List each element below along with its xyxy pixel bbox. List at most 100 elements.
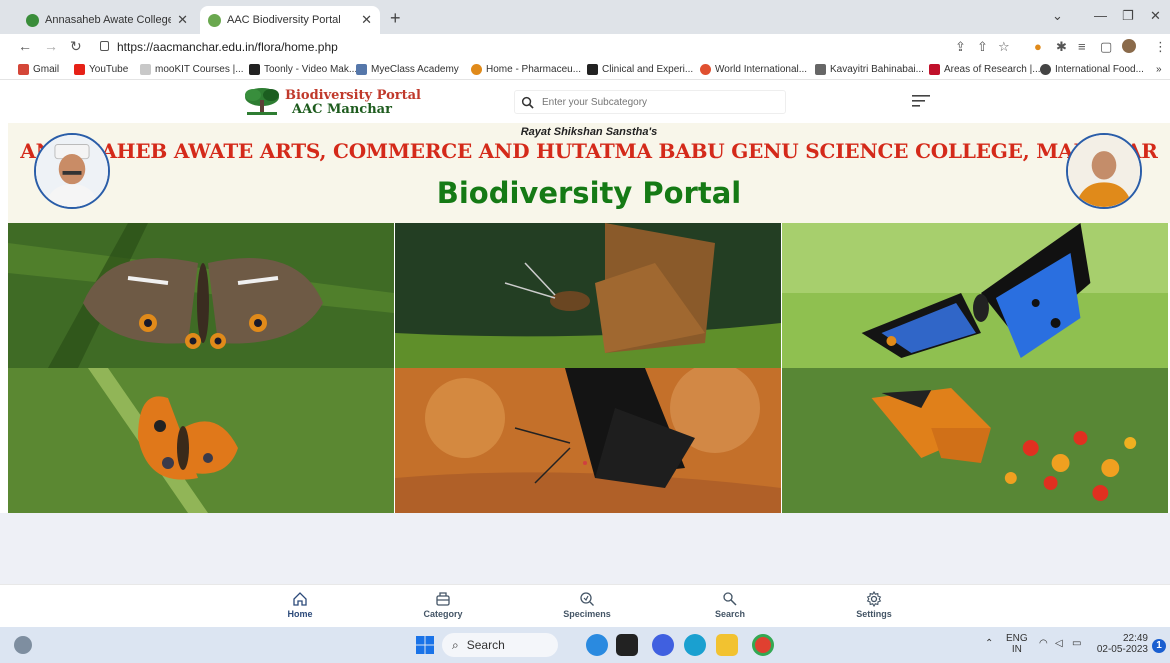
myeclass-icon — [356, 64, 367, 75]
battery-icon[interactable]: ▭ — [1072, 638, 1081, 649]
profile-avatar[interactable] — [1122, 39, 1136, 53]
bookmark-item[interactable]: Kavayitri Bahinabai... — [815, 64, 924, 75]
home-icon — [293, 592, 307, 606]
bookmark-item[interactable]: Toonly - Video Mak... — [249, 64, 357, 75]
bookmark-label: International Food... — [1055, 64, 1144, 75]
weather-icon[interactable] — [14, 636, 32, 654]
back-icon[interactable]: ← — [18, 38, 32, 54]
chat-icon[interactable] — [652, 634, 674, 656]
bookmark-item[interactable]: mooKIT Courses |... — [140, 64, 244, 75]
gear-icon — [866, 591, 882, 607]
wifi-icon[interactable]: ◠ — [1039, 638, 1048, 649]
tree-favicon-icon — [208, 13, 221, 27]
search-input[interactable] — [542, 96, 772, 108]
nav-home[interactable]: Home — [260, 591, 340, 619]
clock-date: 02-05-2023 — [1096, 644, 1148, 655]
bookmark-item[interactable]: YouTube — [74, 64, 128, 75]
gallery-image[interactable] — [782, 368, 1168, 513]
bookmark-item[interactable]: Clinical and Experi... — [587, 64, 693, 75]
more-icon[interactable]: ⋮ — [1154, 39, 1167, 55]
forward-icon[interactable]: → — [44, 38, 58, 54]
region-code: IN — [1011, 644, 1022, 655]
clock-time: 22:49 — [1122, 633, 1148, 644]
college-banner: Rayat Shikshan Sanstha's ANNASAHEB AWATE… — [8, 123, 1170, 223]
nav-specimens[interactable]: Specimens — [547, 591, 627, 619]
extension-icon[interactable]: ● — [1034, 39, 1042, 54]
star-icon[interactable]: ☆ — [998, 39, 1010, 55]
kavayitri-icon — [815, 64, 826, 75]
chevron-up-icon[interactable]: ⌃ — [985, 638, 993, 649]
language-code: ENG — [1006, 633, 1028, 644]
new-tab-icon[interactable]: + — [390, 8, 401, 29]
playlist-icon[interactable]: ≡ — [1078, 39, 1086, 54]
logo-subtitle[interactable]: AAC Manchar — [292, 102, 392, 117]
search-icon — [521, 96, 534, 109]
bookmark-item[interactable]: Home - Pharmaceu... — [471, 64, 581, 75]
wiley-icon — [587, 64, 598, 75]
research-icon — [929, 64, 940, 75]
gallery-image[interactable] — [395, 368, 781, 513]
sidepanel-icon[interactable]: ▢ — [1100, 39, 1112, 55]
bookmark-label: Areas of Research |... — [944, 64, 1041, 75]
close-icon[interactable]: ✕ — [361, 12, 372, 28]
bookmark-item[interactable]: Areas of Research |... — [929, 64, 1041, 75]
chevron-down-icon[interactable]: ⌄ — [1052, 8, 1063, 24]
tab-title: AAC Biodiversity Portal — [227, 14, 341, 26]
reload-icon[interactable]: ↻ — [70, 38, 82, 55]
bookmark-label: Kavayitri Bahinabai... — [830, 64, 924, 75]
nav-label: Search — [714, 609, 746, 619]
windows-start-icon[interactable] — [414, 634, 436, 656]
web-page: Biodiversity Portal AAC Manchar Rayat Sh… — [0, 81, 1170, 627]
founder-portrait-left — [34, 133, 110, 209]
language-indicator[interactable]: ENG IN — [1006, 633, 1028, 655]
gallery-image[interactable] — [782, 223, 1168, 368]
bookmark-label: Gmail — [33, 64, 60, 75]
chevron-right-icon[interactable]: » — [1156, 64, 1162, 75]
gallery-image[interactable] — [8, 368, 394, 513]
college-name: ANNASAHEB AWATE ARTS, COMMERCE AND HUTAT… — [20, 139, 1158, 163]
bing-icon[interactable] — [586, 634, 608, 656]
puzzle-icon[interactable]: ✱ — [1056, 39, 1067, 55]
lock-icon — [100, 41, 109, 51]
search-icon: ⌕ — [452, 637, 459, 652]
file-explorer-icon[interactable] — [716, 634, 738, 656]
nav-label: Specimens — [563, 609, 611, 619]
volume-icon[interactable]: ◁ — [1055, 638, 1063, 649]
address-bar[interactable]: https://aacmanchar.edu.in/flora/home.php — [117, 40, 338, 54]
globe-icon — [1040, 64, 1051, 75]
bookmark-item[interactable]: World International... — [700, 64, 807, 75]
gallery-image[interactable] — [8, 223, 394, 368]
nav-settings[interactable]: Settings — [834, 591, 914, 619]
nav-category[interactable]: Category — [403, 591, 483, 619]
tab-biodiversity[interactable]: AAC Biodiversity Portal ✕ — [200, 6, 380, 34]
world-icon — [700, 64, 711, 75]
chrome-icon[interactable] — [752, 634, 774, 656]
install-icon[interactable]: ⇪ — [955, 39, 966, 55]
terminal-icon[interactable] — [616, 634, 638, 656]
taskbar-search[interactable]: ⌕ Search — [442, 633, 558, 657]
bookmark-label: Home - Pharmaceu... — [486, 64, 582, 75]
bookmark-item[interactable]: MyeClass Academy — [356, 64, 459, 75]
menu-icon[interactable] — [912, 95, 930, 107]
clock[interactable]: 22:49 02-05-2023 — [1096, 633, 1148, 655]
restore-icon[interactable]: ❐ — [1122, 8, 1134, 24]
subcategory-search[interactable] — [514, 90, 786, 114]
tab-title: Annasaheb Awate College | Man — [45, 14, 172, 26]
minimize-icon[interactable]: — — [1094, 8, 1107, 23]
gallery-image[interactable] — [395, 223, 781, 368]
tab-college[interactable]: Annasaheb Awate College | Man ✕ — [18, 6, 196, 34]
notification-badge[interactable]: 1 — [1152, 639, 1166, 653]
nav-label: Home — [287, 609, 313, 619]
close-icon[interactable]: ✕ — [177, 12, 188, 28]
window-close-icon[interactable]: ✕ — [1150, 8, 1161, 24]
pharma-icon — [471, 64, 482, 75]
bookmark-label: Clinical and Experi... — [602, 64, 694, 75]
bookmark-item[interactable]: International Food... — [1040, 64, 1144, 75]
logo-title[interactable]: Biodiversity Portal — [285, 88, 421, 103]
nav-search[interactable]: Search — [690, 591, 770, 619]
tree-logo-icon[interactable] — [243, 86, 281, 118]
bookmark-item[interactable]: Gmail — [18, 64, 59, 75]
specimens-icon — [580, 592, 594, 606]
share-icon[interactable]: ⇧ — [977, 39, 988, 55]
edge-icon[interactable] — [684, 634, 706, 656]
